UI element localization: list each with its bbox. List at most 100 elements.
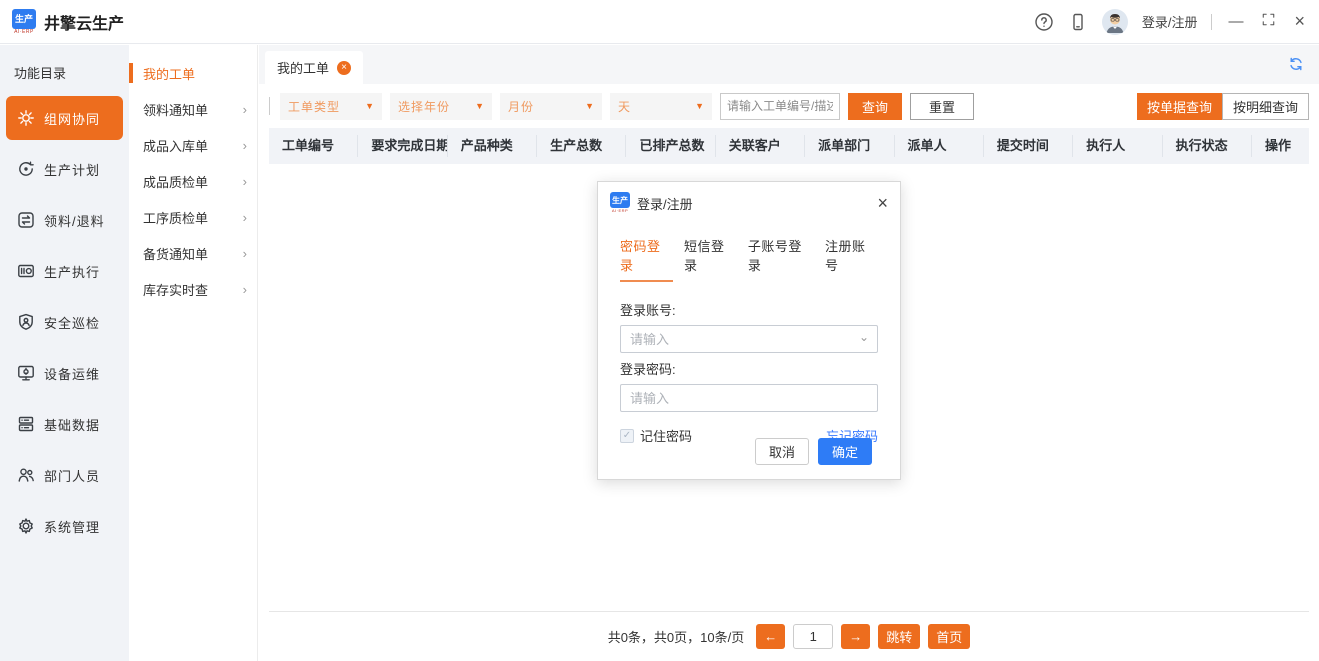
sidebar-item-system-manage[interactable]: 系统管理 xyxy=(6,504,123,548)
minimize-button[interactable]: — xyxy=(1226,13,1245,30)
refresh-icon[interactable] xyxy=(1287,55,1305,76)
header-divider xyxy=(1211,14,1212,30)
caret-down-icon: ▼ xyxy=(365,101,374,111)
prev-page-button[interactable]: ← xyxy=(756,624,785,649)
login-mode-tabs: 密码登录 短信登录 子账号登录 注册账号 xyxy=(598,218,900,282)
page-number-input[interactable] xyxy=(793,624,833,649)
material-transfer-icon xyxy=(16,210,36,230)
next-page-button[interactable]: → xyxy=(841,624,870,649)
help-icon[interactable] xyxy=(1034,12,1054,32)
workorder-search-input[interactable] xyxy=(720,93,840,120)
filter-bar: 工单类型 ▼ 选择年份 ▼ 月份 ▼ 天 ▼ 查询 重置 按单据查询 按明细查询 xyxy=(259,84,1319,128)
submenu-item-finished-inbound[interactable]: 成品入库单 › xyxy=(129,127,257,163)
chevron-right-icon: › xyxy=(243,138,247,153)
submenu-item-inventory-query[interactable]: 库存实时查 › xyxy=(129,271,257,307)
base-data-icon xyxy=(16,414,36,434)
sidebar-item-production-plan[interactable]: 生产计划 xyxy=(6,147,123,191)
chevron-down-icon[interactable]: ⌄ xyxy=(859,330,869,344)
modal-title: 登录/注册 xyxy=(637,194,693,213)
by-detail-button[interactable]: 按明细查询 xyxy=(1222,93,1309,120)
sidebar-item-base-data[interactable]: 基础数据 xyxy=(6,402,123,446)
column-header: 派单人 xyxy=(894,135,983,157)
confirm-button[interactable]: 确定 xyxy=(818,438,872,465)
dropdown-workorder-type[interactable]: 工单类型 ▼ xyxy=(280,93,382,120)
app-header: 生产 AI·ERP 井擎云生产 登录/ xyxy=(0,0,1319,44)
production-plan-icon xyxy=(16,159,36,179)
reset-button[interactable]: 重置 xyxy=(910,93,974,120)
submenu-item-stock-notice[interactable]: 备货通知单 › xyxy=(129,235,257,271)
query-button[interactable]: 查询 xyxy=(848,93,902,120)
password-input[interactable] xyxy=(620,384,878,412)
dropdown-day[interactable]: 天 ▼ xyxy=(610,93,712,120)
caret-down-icon: ▼ xyxy=(695,101,704,111)
sidebar-item-production-execute[interactable]: 生产执行 xyxy=(6,249,123,293)
modal-logo: 生产 AI·ERP xyxy=(610,192,630,214)
close-window-button[interactable]: × xyxy=(1292,11,1307,32)
column-header: 提交时间 xyxy=(983,135,1072,157)
system-manage-icon xyxy=(16,516,36,536)
modal-close-icon[interactable]: × xyxy=(877,195,888,211)
column-header: 执行状态 xyxy=(1162,135,1251,157)
sidebar-item-material-transfer[interactable]: 领料/退料 xyxy=(6,198,123,242)
tab-password-login[interactable]: 密码登录 xyxy=(620,236,673,282)
chevron-right-icon: › xyxy=(243,174,247,189)
modal-body: 登录账号: ⌄ 登录密码: ✓ 记住密码 忘记密码 xyxy=(598,282,900,445)
login-register-link[interactable]: 登录/注册 xyxy=(1142,12,1198,31)
sidebar-item-device-maintain[interactable]: 设备运维 xyxy=(6,351,123,395)
logo-subtext: AI·ERP xyxy=(612,208,628,214)
jump-button[interactable]: 跳转 xyxy=(878,624,920,649)
sidebar: 功能目录 组网协同 生产计划 领料/退料 生产执行 安全巡检 设备运维 基础数据 xyxy=(0,45,129,661)
column-header: 派单部门 xyxy=(804,135,893,157)
account-label: 登录账号: xyxy=(620,300,878,319)
chevron-right-icon: › xyxy=(243,246,247,261)
modal-header: 生产 AI·ERP 登录/注册 × xyxy=(598,182,900,218)
submenu-item-finished-qc[interactable]: 成品质检单 › xyxy=(129,163,257,199)
first-page-button[interactable]: 首页 xyxy=(928,624,970,649)
submenu-item-material-notice[interactable]: 领料通知单 › xyxy=(129,91,257,127)
remember-checkbox[interactable]: ✓ xyxy=(620,429,634,443)
column-header: 关联客户 xyxy=(715,135,804,157)
chevron-right-icon: › xyxy=(243,210,247,225)
sidebar-item-safety-inspect[interactable]: 安全巡检 xyxy=(6,300,123,344)
logo-icon: 生产 xyxy=(12,9,36,29)
sidebar-item-department-people[interactable]: 部门人员 xyxy=(6,453,123,497)
column-header: 已排产总数 xyxy=(625,135,714,157)
by-document-button[interactable]: 按单据查询 xyxy=(1137,93,1222,120)
tab-subaccount-login[interactable]: 子账号登录 xyxy=(748,236,814,282)
cancel-button[interactable]: 取消 xyxy=(755,438,809,465)
submenu: 我的工单 领料通知单 › 成品入库单 › 成品质检单 › 工序质检单 › 备货通… xyxy=(129,45,258,661)
account-input[interactable] xyxy=(620,325,878,353)
network-collab-icon xyxy=(16,108,36,128)
sidebar-item-network-collab[interactable]: 组网协同 xyxy=(6,96,123,140)
submenu-item-process-qc[interactable]: 工序质检单 › xyxy=(129,199,257,235)
submenu-item-my-workorders[interactable]: 我的工单 xyxy=(129,55,257,91)
tab-bar: 我的工单 × xyxy=(259,45,1319,84)
logo-subtext: AI·ERP xyxy=(14,29,34,35)
app-window: 生产 AI·ERP 井擎云生产 登录/ xyxy=(0,0,1319,661)
view-toggle: 按单据查询 按明细查询 xyxy=(1137,93,1309,120)
app-title: 井擎云生产 xyxy=(44,10,124,34)
chevron-right-icon: › xyxy=(243,282,247,297)
chevron-right-icon: › xyxy=(243,102,247,117)
column-header: 要求完成日期 xyxy=(357,135,446,157)
sidebar-title: 功能目录 xyxy=(0,55,129,96)
tab-sms-login[interactable]: 短信登录 xyxy=(684,236,737,282)
modal-footer: 取消 确定 xyxy=(755,438,872,465)
column-header: 执行人 xyxy=(1072,135,1161,157)
check-icon: ✓ xyxy=(623,430,631,441)
dropdown-month[interactable]: 月份 ▼ xyxy=(500,93,602,120)
tab-close-icon[interactable]: × xyxy=(337,61,351,75)
pagination-bar: 共0条，共0页，10条/页 ← → 跳转 首页 xyxy=(269,611,1309,661)
avatar[interactable] xyxy=(1102,9,1128,35)
pagination-summary: 共0条，共0页，10条/页 xyxy=(608,627,745,646)
maximize-button[interactable] xyxy=(1259,12,1278,31)
header-actions: 登录/注册 — × xyxy=(1034,9,1307,35)
filter-divider xyxy=(269,97,270,115)
tab-my-workorders[interactable]: 我的工单 × xyxy=(265,51,363,84)
tab-register[interactable]: 注册账号 xyxy=(825,236,878,282)
mobile-icon[interactable] xyxy=(1068,12,1088,32)
password-label: 登录密码: xyxy=(620,359,878,378)
dropdown-year[interactable]: 选择年份 ▼ xyxy=(390,93,492,120)
column-header: 产品种类 xyxy=(447,135,536,157)
remember-label: 记住密码 xyxy=(640,426,692,445)
